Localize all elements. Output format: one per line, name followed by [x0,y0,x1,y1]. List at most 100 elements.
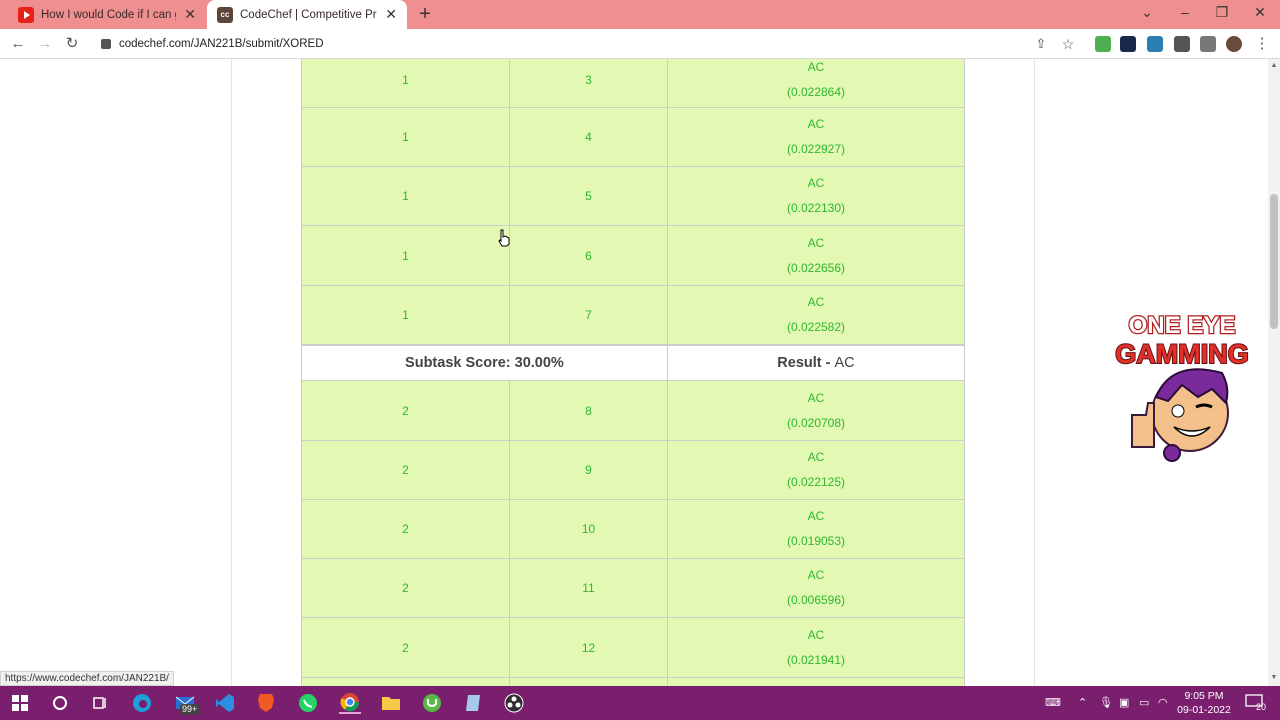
browser-toolbar: ← → ↻ codechef.com/JAN221B/submit/XORED … [0,29,1280,59]
reading-list-icon[interactable] [1200,36,1216,52]
tab-strip: How I would Code if I can get ba ✕ cc Co… [0,0,1280,29]
svg-text:GAMMING: GAMMING [1115,339,1248,369]
forward-icon[interactable]: → [35,34,55,54]
bluetooth-device-icon[interactable]: ▣ [1119,696,1129,709]
battery-icon[interactable]: ▭ [1139,696,1149,709]
tab-youtube[interactable]: How I would Code if I can get ba ✕ [8,0,206,29]
scroll-thumb[interactable] [1270,194,1278,329]
result-time: (0.021941) [786,652,846,667]
bookmark-star-icon[interactable]: ☆ [1058,34,1078,54]
subtask-result-value: AC [834,355,855,371]
status-link-tooltip: https://www.codechef.com/JAN221B/ [0,671,174,686]
tab-search-icon[interactable]: ⌄ [1132,4,1162,21]
minimize-button[interactable]: – [1170,4,1200,20]
menu-kebab-icon[interactable]: ⋮ [1252,34,1272,54]
close-window-button[interactable]: ✕ [1245,4,1275,21]
result-time: (0.019053) [786,534,846,548]
new-tab-button[interactable]: + [415,3,435,26]
utorrent-icon[interactable] [421,692,443,714]
table-row: 2 8 AC (0.020708) [301,381,965,441]
subtask-result: Result - AC [668,346,964,380]
task-cell: 10 [510,500,668,558]
result-status: AC [807,235,825,250]
table-row: 2 10 AC (0.019053) [301,500,965,559]
channel-logo: ONE EYE GAMMING [1114,311,1250,462]
maximize-button[interactable]: ❐ [1207,4,1237,21]
page-viewport: 1 3 AC (0.022864) 1 4 AC (0.022927) 1 5 … [0,59,1268,686]
result-status: AC [807,390,825,405]
table-row [301,678,965,686]
task-cell: 6 [510,226,668,285]
subtask-cell: 1 [301,226,510,285]
tab-title: CodeChef | Competitive Program [240,8,377,21]
table-row: 2 9 AC (0.022125) [301,441,965,500]
address-bar[interactable]: codechef.com/JAN221B/submit/XORED [95,32,1085,56]
extensions-puzzle-icon[interactable] [1174,36,1190,52]
result-time: (0.022130) [786,201,846,215]
subtask-cell: 2 [301,500,510,558]
close-icon[interactable]: ✕ [184,6,196,23]
result-cell: AC (0.020708) [668,381,965,440]
notifications-count: 20 [1256,702,1267,712]
result-status: AC [807,627,825,642]
result-cell: AC (0.022130) [668,167,965,225]
wifi-icon[interactable]: ◠ [1158,696,1168,709]
subtask-cell: 2 [301,618,510,677]
scroll-up-icon[interactable]: ▲ [1270,62,1278,69]
show-hidden-icons-icon[interactable]: ⌃ [1078,696,1087,709]
search-icon[interactable] [49,692,71,714]
result-time: (0.022927) [786,142,846,156]
codechef-icon: cc [217,6,233,23]
clock-time: 9:05 PM [1184,690,1224,702]
whatsapp-icon[interactable] [297,692,319,714]
result-status: AC [807,509,825,523]
result-time: (0.022582) [786,320,846,334]
youtube-icon [18,6,34,23]
keyboard-icon[interactable]: ⌨ [1045,696,1061,709]
url-text: codechef.com/JAN221B/submit/XORED [119,38,324,50]
result-cell [668,678,965,686]
result-cell: AC (0.022927) [668,108,965,166]
table-row: 1 3 AC (0.022864) [301,59,965,108]
task-cell: 11 [510,559,668,617]
subtask-summary-row: Subtask Score: 30.00% Result - AC [301,345,965,381]
brave-icon[interactable] [255,692,277,714]
extension-pen-icon[interactable] [1095,36,1111,52]
extension-cursor-icon[interactable] [1120,36,1136,52]
subtask-cell [301,678,510,686]
profile-avatar[interactable] [1226,36,1242,52]
file-explorer-icon[interactable] [380,692,402,714]
result-cell: AC (0.006596) [668,559,965,617]
page-scrollbar[interactable]: ▲ ▼ [1268,59,1280,686]
notepad-icon[interactable] [462,692,484,714]
task-cell: 7 [510,286,668,344]
task-view-icon[interactable] [89,692,111,714]
clock[interactable]: 9:05 PM 09-01-2022 [1172,689,1236,717]
result-status: AC [807,60,825,74]
subtask-cell: 1 [301,286,510,344]
windows-start-icon[interactable] [9,692,31,714]
tab-codechef[interactable]: cc CodeChef | Competitive Program ✕ [207,0,407,29]
reload-icon[interactable]: ↻ [62,34,82,54]
subtask-cell: 2 [301,441,510,499]
task-cell: 3 [510,59,668,107]
extension-n-icon[interactable] [1147,36,1163,52]
table-row: 2 12 AC (0.021941) [301,618,965,678]
taskbar: 99+ ⌨ ⌃ 🎙 ▣ ▭ ◠ 9:05 PM 09-01-2022 20 [0,686,1280,720]
subtask-cell: 2 [301,559,510,617]
result-status: AC [807,295,825,309]
scroll-down-icon[interactable]: ▼ [1270,674,1278,681]
back-icon[interactable]: ← [8,34,28,54]
result-status: AC [807,117,825,131]
subtask-result-label: Result - [777,355,831,371]
vscode-icon[interactable] [214,692,236,714]
edge-icon[interactable] [131,692,153,714]
microphone-icon[interactable]: 🎙 [1099,696,1113,709]
hand-cursor-icon [498,229,510,247]
close-icon[interactable]: ✕ [385,6,397,23]
chrome-icon[interactable] [339,692,361,714]
result-cell: AC (0.021941) [668,618,965,677]
subtask-cell: 1 [301,59,510,107]
share-icon[interactable]: ⇪ [1031,34,1051,54]
obs-icon[interactable] [503,692,525,714]
